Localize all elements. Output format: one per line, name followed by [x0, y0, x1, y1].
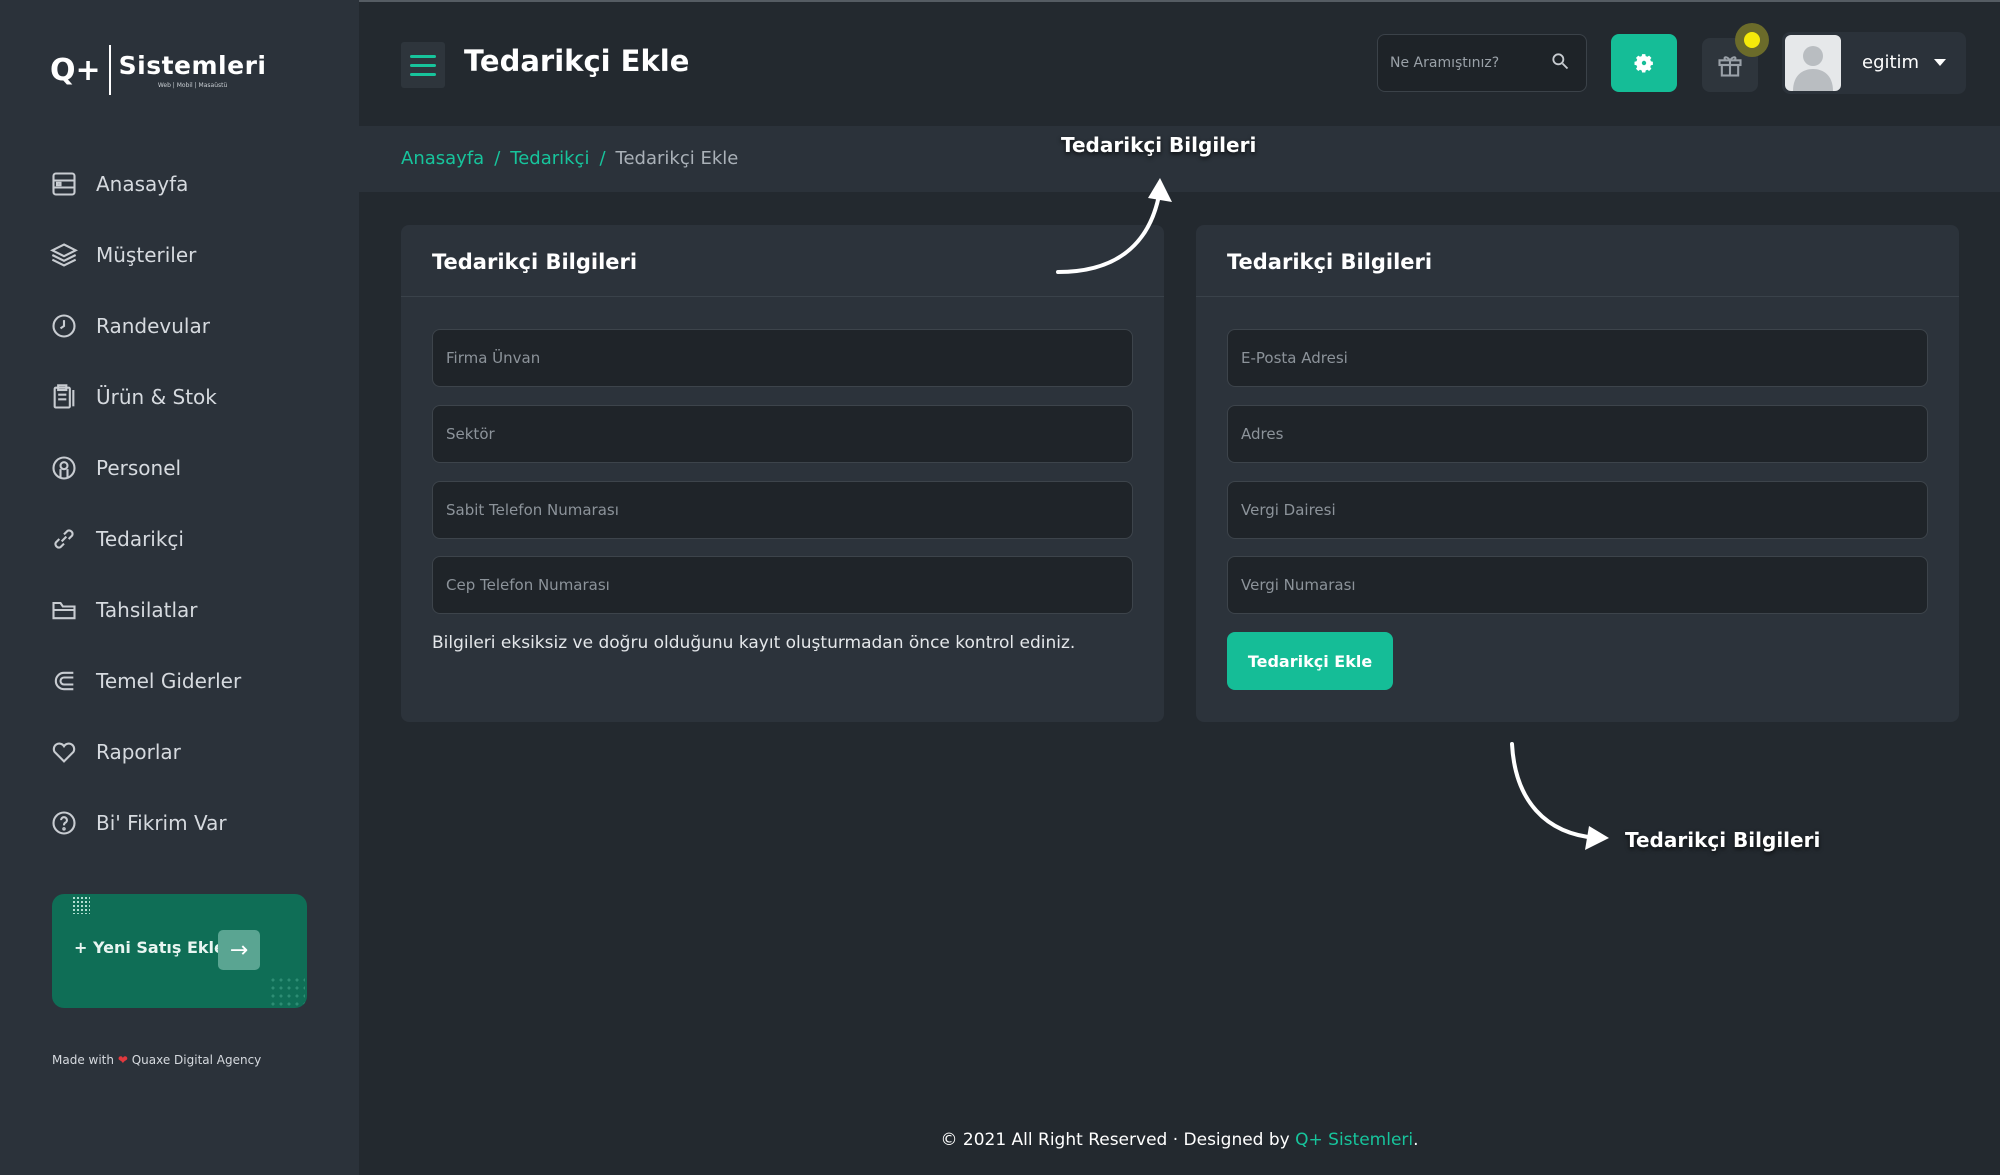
landline-input[interactable]: [446, 501, 1119, 519]
sidebar-item-label: Anasayfa: [96, 171, 189, 196]
breadcrumb-separator: /: [494, 148, 501, 169]
logo-mark: Q+: [50, 52, 101, 88]
user-menu[interactable]: egitim: [1782, 32, 1966, 94]
decorative-dots: [72, 896, 90, 914]
logo-name: Sistemleri: [118, 51, 267, 80]
made-with-credit: Made with ❤ Quaxe Digital Agency: [52, 1053, 262, 1067]
mobile-field: [432, 556, 1133, 614]
sidebar-item-label: Tahsilatlar: [96, 597, 198, 622]
sidebar-item-fikrim-var[interactable]: Bi' Fikrim Var: [50, 787, 241, 858]
logo-tagline: Web | Mobil | Masaüstü: [157, 82, 228, 89]
sidebar-item-raporlar[interactable]: Raporlar: [50, 716, 241, 787]
sidebar-item-tedarikci[interactable]: Tedarikçi: [50, 503, 241, 574]
clock-icon: [50, 312, 78, 340]
annotation-arrow-bottom: [1510, 742, 1609, 850]
company-title-field: [432, 329, 1133, 387]
layers-icon: [50, 241, 78, 269]
search-icon[interactable]: [1550, 51, 1570, 75]
tax-number-input[interactable]: [1241, 576, 1914, 594]
card-title: Tedarikçi Bilgileri: [1227, 250, 1433, 274]
sidebar-item-label: Temel Giderler: [96, 668, 242, 693]
new-sale-label: + Yeni Satış Ekle: [74, 938, 225, 957]
breadcrumb-current: Tedarikçi Ekle: [615, 148, 739, 169]
breadcrumb-parent[interactable]: Tedarikçi: [510, 148, 589, 169]
sidebar-item-randevular[interactable]: Randevular: [50, 290, 241, 361]
agency-link[interactable]: Quaxe Digital Agency: [132, 1053, 262, 1067]
breadcrumb: Anasayfa / Tedarikçi / Tedarikçi Ekle: [401, 148, 738, 169]
supplier-info-card-left: Tedarikçi Bilgileri Bilgileri eksiksiz v…: [401, 225, 1164, 722]
username: egitim: [1862, 52, 1920, 73]
sidebar-item-label: Personel: [96, 455, 182, 480]
divider: [1196, 296, 1959, 297]
sidebar-item-label: Bi' Fikrim Var: [96, 810, 227, 835]
sidebar-item-musteriler[interactable]: Müşteriler: [50, 219, 241, 290]
sidebar-item-anasayfa[interactable]: Anasayfa: [50, 148, 241, 219]
folder-icon: [50, 596, 78, 624]
avatar: [1785, 35, 1841, 91]
decorative-dots: [269, 976, 305, 1006]
address-input[interactable]: [1241, 425, 1914, 443]
logo[interactable]: Q+ Sistemleri Web | Mobil | Masaüstü: [50, 44, 266, 96]
footer-text: © 2021 All Right Reserved · Designed by: [940, 1130, 1290, 1150]
annotation-label-bottom: Tedarikçi Bilgileri: [1625, 828, 1821, 852]
sidebar-item-urun-stok[interactable]: Ürün & Stok: [50, 361, 241, 432]
sector-field: [432, 405, 1133, 463]
heart-icon: [50, 738, 78, 766]
sidebar-item-label: Raporlar: [96, 739, 181, 764]
sidebar-item-temel-giderler[interactable]: Temel Giderler: [50, 645, 241, 716]
hamburger-menu-icon[interactable]: [401, 42, 445, 88]
sector-input[interactable]: [446, 425, 1119, 443]
user-circle-icon: [50, 454, 78, 482]
sidebar-item-label: Ürün & Stok: [96, 384, 217, 409]
breadcrumb-home[interactable]: Anasayfa: [401, 148, 484, 169]
form-note: Bilgileri eksiksiz ve doğru olduğunu kay…: [432, 633, 1076, 653]
annotation-label-top: Tedarikçi Bilgileri: [1061, 133, 1257, 157]
help-circle-icon: [50, 809, 78, 837]
arrow-right-icon[interactable]: →: [218, 930, 260, 970]
address-field: [1227, 405, 1928, 463]
dashboard-icon: [50, 170, 78, 198]
magnet-icon: [50, 667, 78, 695]
sidebar-item-tahsilatlar[interactable]: Tahsilatlar: [50, 574, 241, 645]
clipboard-icon: [50, 383, 78, 411]
sidebar-item-label: Müşteriler: [96, 242, 197, 267]
settings-button[interactable]: [1611, 34, 1677, 92]
card-title: Tedarikçi Bilgileri: [432, 250, 638, 274]
search-input[interactable]: [1390, 55, 1550, 71]
logo-divider: [108, 45, 111, 95]
chevron-down-icon: [1934, 59, 1946, 66]
tax-number-field: [1227, 556, 1928, 614]
new-sale-card[interactable]: + Yeni Satış Ekle →: [52, 894, 307, 1008]
footer-brand-link[interactable]: Q+ Sistemleri: [1295, 1130, 1413, 1150]
landline-field: [432, 481, 1133, 539]
divider: [401, 296, 1164, 297]
sidebar-menu: Anasayfa Müşteriler Randevular Ürün & St…: [50, 148, 241, 858]
heart-icon: ❤: [117, 1053, 128, 1067]
annotation-arrow-top: [1056, 178, 1172, 274]
notification-badge: [1735, 23, 1769, 57]
tax-office-input[interactable]: [1241, 501, 1914, 519]
supplier-info-card-right: Tedarikçi Bilgileri Tedarikçi Ekle: [1196, 225, 1959, 722]
footer: © 2021 All Right Reserved · Designed by …: [940, 1130, 1419, 1150]
link-icon: [50, 525, 78, 553]
page-title: Tedarikçi Ekle: [464, 44, 690, 78]
email-field: [1227, 329, 1928, 387]
gift-icon: [1718, 56, 1742, 77]
top-header: Tedarikçi Ekle egitim: [359, 2, 2000, 126]
mobile-input[interactable]: [446, 576, 1119, 594]
search-box: [1377, 34, 1587, 92]
company-title-input[interactable]: [446, 349, 1119, 367]
sidebar-item-label: Randevular: [96, 313, 210, 338]
gear-icon: [1634, 54, 1653, 73]
add-supplier-button[interactable]: Tedarikçi Ekle: [1227, 632, 1393, 690]
sidebar-item-label: Tedarikçi: [96, 526, 184, 551]
tax-office-field: [1227, 481, 1928, 539]
sidebar: Q+ Sistemleri Web | Mobil | Masaüstü Ana…: [0, 0, 359, 1175]
email-input[interactable]: [1241, 349, 1914, 367]
breadcrumb-separator: /: [599, 148, 606, 169]
sidebar-item-personel[interactable]: Personel: [50, 432, 241, 503]
